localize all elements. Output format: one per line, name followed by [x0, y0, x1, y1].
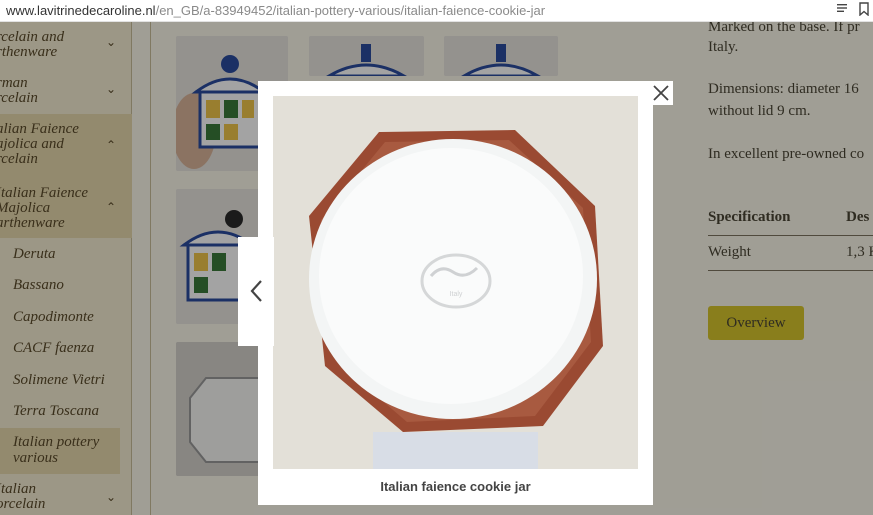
lightbox-prev-button[interactable] [238, 237, 274, 346]
url-text[interactable]: www.lavitrinedecaroline.nl/en_GB/a-83949… [6, 3, 545, 18]
close-icon[interactable] [649, 81, 673, 105]
reader-view-icon[interactable] [836, 2, 848, 17]
lightbox-caption: Italian faience cookie jar [380, 479, 531, 494]
image-lightbox: Italy Italian faience cookie jar [258, 81, 653, 505]
lightbox-photo: Italy [273, 96, 638, 469]
url-host: www.lavitrinedecaroline.nl [6, 3, 156, 18]
lightbox-close-button[interactable] [649, 81, 673, 105]
address-bar[interactable]: www.lavitrinedecaroline.nl/en_GB/a-83949… [0, 0, 873, 22]
italy-mark-text: Italy [450, 291, 463, 298]
chevron-left-icon[interactable] [238, 237, 274, 346]
bookmark-icon[interactable] [858, 2, 870, 19]
url-path: /en_GB/a-83949452/italian-pottery-variou… [155, 3, 546, 18]
jar-base-photo: Italy [273, 96, 638, 469]
